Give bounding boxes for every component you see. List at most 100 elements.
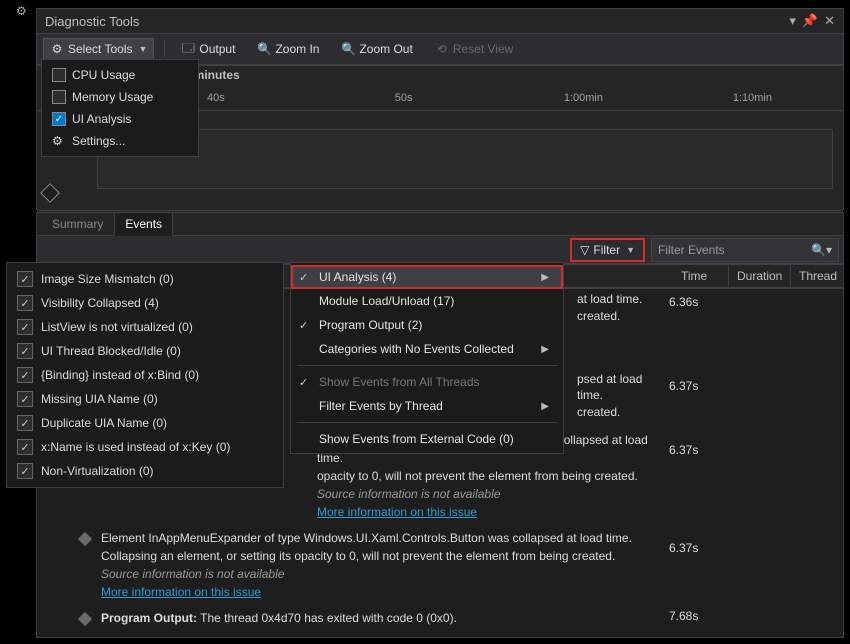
checkbox-checked[interactable]: ✓ (17, 295, 33, 311)
submenu-ui-thread-blocked[interactable]: ✓ UI Thread Blocked/Idle (0) (7, 339, 283, 363)
col-duration[interactable]: Duration (729, 265, 791, 287)
dd-cpu-usage[interactable]: CPU Usage (42, 64, 198, 86)
more-info-link[interactable]: More information on this issue (317, 505, 477, 519)
diamond-icon (77, 637, 93, 638)
chevron-right-icon: ▶ (541, 272, 549, 283)
zoom-in-icon: 🔍 (257, 42, 271, 56)
filter-module-load[interactable]: Module Load/Unload (17) (291, 289, 563, 313)
close-icon[interactable]: ✕ (824, 13, 835, 29)
zoom-out-button[interactable]: 🔍 Zoom Out (335, 39, 418, 59)
filter-program-output[interactable]: ✓ Program Output (2) (291, 313, 563, 337)
submenu-missing-uia-name[interactable]: ✓ Missing UIA Name (0) (7, 387, 283, 411)
tab-summary[interactable]: Summary (41, 212, 114, 236)
event-text: created. (577, 405, 620, 419)
tabs: Summary Events (36, 212, 844, 236)
diagnostic-tools-panel: Diagnostic Tools ▾ 📌 ✕ ⚙ Select Tools ▼ … (36, 8, 844, 210)
chevron-right-icon: ▶ (541, 401, 549, 412)
filter-dropdown-menu: ✓ UI Analysis (4) ▶ Module Load/Unload (… (290, 262, 564, 454)
event-text: Program Output: The thread 0x4d70 has ex… (101, 605, 669, 631)
zoom-in-button[interactable]: 🔍 Zoom In (251, 39, 325, 59)
checkbox-checked[interactable]: ✓ (17, 271, 33, 287)
select-tools-button[interactable]: ⚙ Select Tools ▼ (43, 38, 154, 60)
check-icon: ✓ (299, 376, 308, 389)
filter-item-label: Program Output (2) (319, 318, 422, 332)
filter-external-code[interactable]: Show Events from External Code (0) (291, 427, 563, 451)
tab-events[interactable]: Events (114, 212, 173, 236)
col-thread[interactable]: Thread (791, 265, 843, 287)
dd-memory-usage[interactable]: Memory Usage (42, 86, 198, 108)
ui-analysis-submenu: ✓ Image Size Mismatch (0) ✓ Visibility Col… (6, 262, 284, 488)
filter-item-label: Show Events from All Threads (319, 375, 480, 389)
panel-titlebar: Diagnostic Tools ▾ 📌 ✕ (37, 9, 843, 34)
event-time: 6.36s (669, 291, 725, 325)
event-text: at load time. (577, 292, 642, 306)
filter-item-label: UI Analysis (4) (319, 270, 396, 284)
checkbox-checked[interactable]: ✓ (17, 319, 33, 335)
submenu-label: Duplicate UIA Name (0) (41, 416, 167, 430)
submenu-label: Visibility Collapsed (4) (41, 296, 159, 310)
output-icon: 🗔 (181, 42, 195, 56)
filter-item-label: Show Events from External Code (0) (319, 432, 514, 446)
submenu-listview-not-virtualized[interactable]: ✓ListView is not virtualized (0) (7, 315, 283, 339)
submenu-duplicate-uia-name[interactable]: ✓ Duplicate UIA Name (0) (7, 411, 283, 435)
source-info: Source information is not available (317, 487, 500, 501)
zoom-in-label: Zoom In (275, 42, 319, 56)
timeline-tick: 40s (207, 92, 225, 104)
checkbox-checked[interactable]: ✓ (52, 112, 66, 126)
diagnostic-track[interactable] (97, 129, 833, 189)
submenu-image-size-mismatch[interactable]: ✓ Image Size Mismatch (0) (7, 267, 283, 291)
filter-icon: ▽ (580, 243, 589, 257)
event-row[interactable]: Element InAppMenuExpander of type Window… (37, 525, 843, 605)
gear-icon[interactable]: ⚙ (16, 4, 27, 18)
diamond-icon (40, 183, 60, 203)
zoom-out-icon: 🔍 (341, 42, 355, 56)
event-text: created. (577, 309, 620, 323)
filter-button[interactable]: ▽ Filter ▼ (570, 238, 645, 262)
filter-events-input[interactable]: Filter Events 🔍▾ (651, 238, 839, 262)
timeline-ticks: 40s 50s 1:00min 1:10min (207, 92, 833, 108)
search-icon[interactable]: 🔍▾ (811, 243, 832, 257)
separator (297, 365, 557, 366)
filter-ui-analysis[interactable]: ✓ UI Analysis (4) ▶ (291, 265, 563, 289)
col-time[interactable]: Time (673, 265, 729, 287)
chevron-down-icon: ▼ (138, 44, 147, 54)
submenu-xname-instead-xkey[interactable]: ✓ x:Name is used instead of x:Key (0) (7, 435, 283, 459)
checkbox-checked[interactable]: ✓ (17, 463, 33, 479)
filter-label: Filter (593, 243, 620, 257)
submenu-label: UI Thread Blocked/Idle (0) (41, 344, 181, 358)
event-row[interactable]: Program Output: The thread 0x4d70 has ex… (37, 605, 843, 631)
reset-view-button[interactable]: ⟲ Reset View (429, 39, 519, 59)
dd-label: UI Analysis (72, 112, 131, 126)
submenu-non-virtualization[interactable]: ✓Non-Virtualization (0) (7, 459, 283, 483)
filter-item-label: Categories with No Events Collected (319, 342, 514, 356)
submenu-label: Missing UIA Name (0) (41, 392, 158, 406)
event-row[interactable]: Program Output: The thread 0x6eb8 has ex… (37, 631, 843, 638)
submenu-label: Image Size Mismatch (0) (41, 272, 174, 286)
checkbox-checked[interactable]: ✓ (17, 391, 33, 407)
diamond-icon (77, 531, 93, 547)
gear-icon: ⚙ (50, 42, 64, 56)
select-tools-label: Select Tools (68, 42, 132, 56)
submenu-binding-instead-xbind[interactable]: ✓{Binding} instead of x:Bind (0) (7, 363, 283, 387)
dd-ui-analysis[interactable]: ✓ UI Analysis (42, 108, 198, 130)
checkbox-checked[interactable]: ✓ (17, 415, 33, 431)
more-info-link[interactable]: More information on this issue (101, 585, 261, 599)
submenu-label: x:Name is used instead of x:Key (0) (41, 440, 230, 454)
window-menu-icon[interactable]: ▾ (789, 13, 796, 29)
filter-all-threads: ✓ Show Events from All Threads (291, 370, 563, 394)
checkbox[interactable] (52, 90, 66, 104)
event-time: 6.37s (669, 325, 725, 421)
submenu-visibility-collapsed[interactable]: ✓ Visibility Collapsed (4) (7, 291, 283, 315)
filter-item-label: Filter Events by Thread (319, 399, 443, 413)
dd-settings[interactable]: ⚙ Settings... (42, 130, 198, 152)
checkbox-checked[interactable]: ✓ (17, 343, 33, 359)
filter-by-thread[interactable]: Filter Events by Thread ▶ (291, 394, 563, 418)
checkbox[interactable] (52, 68, 66, 82)
pin-icon[interactable]: 📌 (802, 13, 818, 29)
output-button[interactable]: 🗔 Output (175, 39, 241, 59)
checkbox-checked[interactable]: ✓ (17, 367, 33, 383)
checkbox-checked[interactable]: ✓ (17, 439, 33, 455)
check-icon: ✓ (299, 319, 308, 332)
filter-categories-empty[interactable]: Categories with No Events Collected ▶ (291, 337, 563, 361)
gear-icon: ⚙ (52, 134, 66, 148)
